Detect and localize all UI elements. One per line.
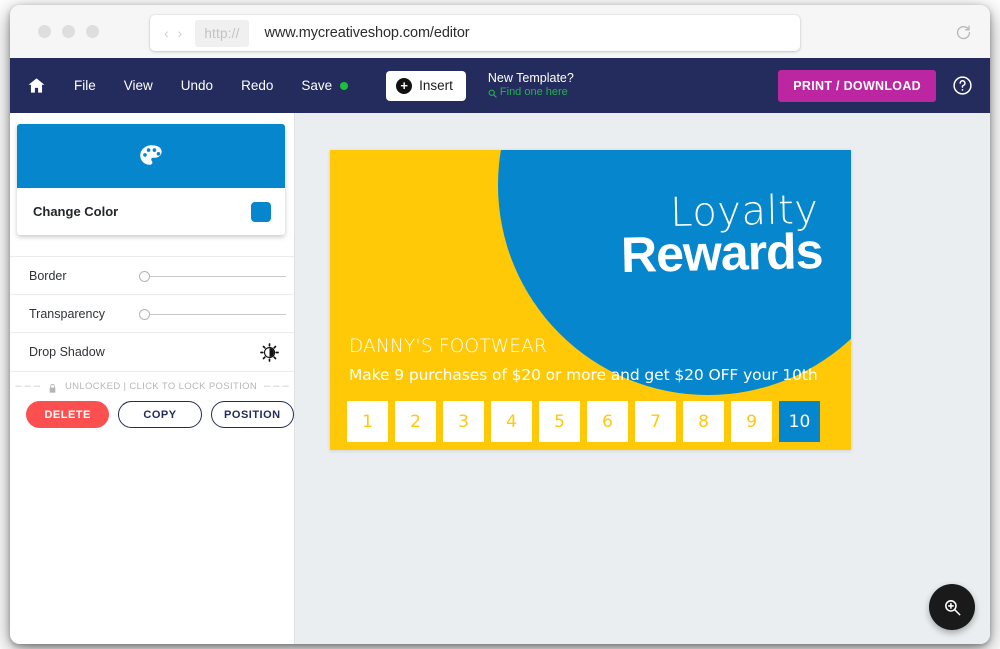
position-button[interactable]: POSITION (210, 401, 295, 428)
new-template-block: New Template? Find one here (488, 71, 574, 100)
design-canvas[interactable]: Loyalty Rewards DANNY'S FOOTWEAR Make 9 … (295, 113, 990, 644)
find-template-link[interactable]: Find one here (488, 86, 574, 100)
save-label: Save (301, 78, 333, 93)
contrast-icon[interactable] (260, 342, 279, 362)
loyalty-card-design[interactable]: Loyalty Rewards DANNY'S FOOTWEAR Make 9 … (330, 150, 851, 450)
stamp-box[interactable]: 6 (587, 401, 628, 442)
option-row-drop-shadow[interactable]: Drop Shadow (10, 332, 294, 371)
insert-label: Insert (419, 78, 453, 93)
menu-item-redo[interactable]: Redo (241, 78, 273, 93)
transparency-slider[interactable] (139, 307, 286, 321)
card-heading[interactable]: Loyalty Rewards (619, 187, 823, 284)
stamp-box[interactable]: 5 (539, 401, 580, 442)
lock-icon (47, 381, 58, 393)
question-circle-icon[interactable] (952, 75, 973, 96)
drop-shadow-label: Drop Shadow (29, 345, 105, 359)
border-label: Border (29, 269, 67, 283)
color-swatch[interactable] (251, 201, 271, 222)
transparency-slider-knob[interactable] (139, 308, 150, 320)
stamp-box[interactable]: 10 (779, 401, 820, 442)
stamp-box[interactable]: 4 (491, 401, 532, 442)
change-color-label: Change Color (33, 204, 119, 219)
border-slider[interactable] (139, 269, 286, 283)
app-toolbar: File View Undo Redo Save + Insert New Te… (10, 58, 990, 113)
lock-position-row[interactable]: – – – UNLOCKED | CLICK TO LOCK POSITION … (10, 371, 294, 400)
minimize-window-button[interactable] (62, 25, 75, 38)
stamp-box[interactable]: 2 (395, 401, 436, 442)
back-button[interactable]: ‹ (164, 26, 169, 40)
lock-position-text: UNLOCKED | CLICK TO LOCK POSITION (64, 380, 258, 392)
stamp-box[interactable]: 7 (635, 401, 676, 442)
copy-button[interactable]: COPY (118, 401, 202, 428)
new-template-title: New Template? (487, 70, 574, 85)
border-slider-track (145, 275, 286, 277)
url-input[interactable]: www.mycreativeshop.com/editor (265, 25, 470, 41)
traffic-lights (38, 25, 99, 38)
zoom-in-button[interactable] (929, 584, 975, 630)
address-bar[interactable]: ‹ › http:// www.mycreativeshop.com/edito… (150, 15, 800, 51)
home-icon[interactable] (27, 76, 46, 95)
change-color-row[interactable]: Change Color (17, 188, 285, 235)
reload-icon[interactable] (955, 24, 972, 41)
print-download-button[interactable]: PRINT / DOWNLOAD (778, 69, 936, 102)
stamp-box[interactable]: 9 (731, 401, 772, 442)
save-button[interactable]: Save (301, 78, 349, 93)
palette-icon (138, 143, 165, 170)
properties-sidebar: Change Color Border Transparency Drop Sh… (10, 113, 295, 644)
card-business-name[interactable]: DANNY'S FOOTWEAR (349, 336, 547, 357)
card-offer-text[interactable]: Make 9 purchases of $20 or more and get … (349, 366, 818, 384)
menu-item-file[interactable]: File (74, 78, 96, 93)
search-icon (488, 89, 497, 98)
browser-window: ‹ › http:// www.mycreativeshop.com/edito… (10, 5, 990, 644)
plus-circle-icon: + (396, 77, 413, 94)
change-color-card-header (17, 124, 285, 188)
stamp-box[interactable]: 8 (683, 401, 724, 442)
delete-button[interactable]: DELETE (26, 401, 110, 428)
menu-item-view[interactable]: View (124, 78, 153, 93)
change-color-card: Change Color (17, 124, 285, 235)
find-template-link-label: Find one here (499, 86, 568, 99)
insert-button[interactable]: + Insert (386, 70, 466, 101)
stamp-box[interactable]: 1 (347, 401, 388, 442)
border-slider-knob[interactable] (139, 270, 150, 282)
transparency-label: Transparency (29, 307, 105, 321)
zoom-in-icon (944, 599, 960, 615)
save-status-dot (340, 81, 349, 90)
option-row-transparency[interactable]: Transparency (10, 294, 294, 333)
forward-button[interactable]: › (178, 26, 183, 40)
close-window-button[interactable] (38, 25, 51, 38)
url-scheme-chip: http:// (195, 19, 249, 47)
stamp-row: 1 2 3 4 5 6 7 8 9 10 (347, 401, 820, 442)
browser-chrome: ‹ › http:// www.mycreativeshop.com/edito… (10, 5, 990, 59)
menu-item-undo[interactable]: Undo (181, 78, 213, 93)
toolbar-right-group: PRINT / DOWNLOAD (778, 69, 973, 102)
card-heading-line2: Rewards (619, 222, 823, 284)
option-row-border[interactable]: Border (10, 256, 294, 295)
lock-row-dashes-right: – – – (264, 380, 289, 392)
stamp-box[interactable]: 3 (443, 401, 484, 442)
lock-row-dashes-left: – – – (15, 380, 40, 392)
editor-body: Change Color Border Transparency Drop Sh… (10, 113, 990, 644)
transparency-slider-track (145, 313, 286, 315)
element-action-buttons: DELETE COPY POSITION (10, 401, 295, 428)
navigation-arrows: ‹ › (164, 26, 182, 40)
maximize-window-button[interactable] (86, 25, 99, 38)
